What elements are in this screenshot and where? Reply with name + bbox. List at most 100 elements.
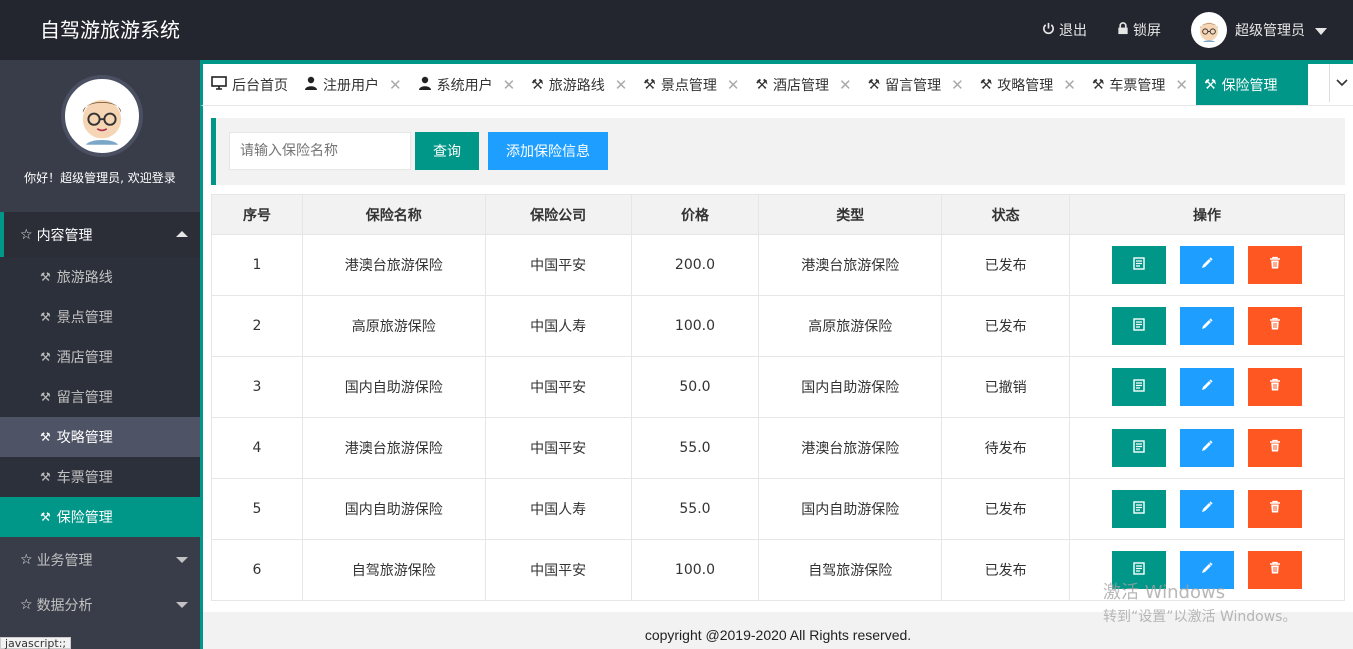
view-button[interactable] [1112,490,1167,528]
submenu: ⚒ 旅游路线 ⚒ 景点管理 ⚒ 酒店管理 ⚒ 留言管理 ⚒ 攻略管理 ⚒ 车票管理 ⚒ 保险管… [0,257,200,537]
logout-label: 退出 [1059,23,1087,39]
tab-more-button[interactable] [1329,64,1353,102]
edit-button[interactable] [1180,368,1235,406]
close-icon[interactable]: ✕ [839,76,852,94]
document-icon [1132,500,1146,518]
add-insurance-button[interactable]: 添加保险信息 [488,132,608,170]
tab-routes[interactable]: ⚒ 旅游路线 ✕ [523,64,635,105]
windows-activation-watermark: 激活 Windows 转到“设置”以激活 Windows。 [1103,578,1296,626]
close-icon[interactable]: ✕ [615,76,628,94]
sidebar-item-tickets[interactable]: ⚒ 车票管理 [0,457,200,497]
sidebar-item-label: 酒店管理 [56,350,113,366]
table-cell: 高原旅游保险 [301,295,486,357]
table-cell: 中国平安 [484,356,632,418]
table-row: 4 港澳台旅游保险 中国平安 55.0 港澳台旅游保险 待发布 [211,417,1345,479]
table-cell: 国内自助游保险 [758,356,943,418]
search-toolbar: 查询 添加保险信息 [211,118,1345,185]
view-button[interactable] [1112,307,1167,345]
table-cell: 4 [211,417,303,479]
sidebar-item-messages[interactable]: ⚒ 留言管理 [0,377,200,417]
close-icon[interactable]: ✕ [951,76,964,94]
tab-home[interactable]: 后台首页 [203,64,296,105]
close-icon[interactable]: ✕ [727,76,740,94]
tab-bar: 后台首页 注册用户 ✕ 系统用户 ✕ ⚒ 旅游路线 ✕ ⚒ 景点管理 ✕ ⚒ 酒… [200,60,1353,106]
monitor-icon [211,76,227,94]
pencil-icon [1200,378,1214,396]
tools-icon: ⚒ [979,77,993,93]
app-title: 自驾游旅游系统 [40,18,180,42]
tab-guides[interactable]: ⚒ 攻略管理 ✕ [972,64,1084,105]
delete-button[interactable] [1248,429,1303,467]
status-bar-tip: javascript:; [0,637,72,649]
sidebar-item-insurance[interactable]: ⚒ 保险管理 [0,497,200,537]
sidebar-item-hotels[interactable]: ⚒ 酒店管理 [0,337,200,377]
tools-icon: ⚒ [1204,77,1217,93]
chevron-down-icon [1315,28,1327,35]
tools-icon: ⚒ [40,510,51,524]
tab-system-users[interactable]: 系统用户 ✕ [410,64,524,105]
tab-messages[interactable]: ⚒ 留言管理 ✕ [860,64,972,105]
tab-label: 注册用户 [323,78,379,94]
star-icon: ☆ [20,596,33,613]
tab-insurance[interactable]: ⚒ 保险管理 [1196,64,1308,105]
pencil-icon [1200,500,1214,518]
sidebar: 你好！超级管理员, 欢迎登录 ☆ 内容管理 ⚒ 旅游路线 ⚒ 景点管理 ⚒ 酒店管理 … [0,60,200,649]
edit-button[interactable] [1180,246,1235,284]
sidebar-item-routes[interactable]: ⚒ 旅游路线 [0,257,200,297]
menu-group-content[interactable]: ☆ 内容管理 [0,212,200,257]
logout-button[interactable]: 退出 [1042,20,1087,40]
menu-group-business[interactable]: ☆ 业务管理 [0,537,200,582]
query-button[interactable]: 查询 [415,132,479,170]
sidebar-item-label: 车票管理 [56,470,113,486]
edit-button[interactable] [1180,429,1235,467]
table-cell: 3 [211,356,303,418]
table-cell: 国内自助游保险 [758,478,943,540]
tab-tickets[interactable]: ⚒ 车票管理 ✕ [1084,64,1196,105]
delete-button[interactable] [1248,368,1303,406]
sidebar-item-guides[interactable]: ⚒ 攻略管理 [0,417,200,457]
close-icon[interactable]: ✕ [1175,76,1188,94]
table-cell: 100.0 [630,295,760,357]
user-menu[interactable]: 超级管理员 [1191,12,1327,48]
delete-button[interactable] [1248,246,1303,284]
sidebar-item-scenic[interactable]: ⚒ 景点管理 [0,297,200,337]
trash-icon [1268,256,1282,274]
menu-group-analytics[interactable]: ☆ 数据分析 [0,582,200,627]
search-input[interactable] [229,132,411,170]
pencil-icon [1200,317,1214,335]
view-button[interactable] [1112,246,1167,284]
delete-button[interactable] [1248,307,1303,345]
tab-registered-users[interactable]: 注册用户 ✕ [296,64,410,105]
view-button[interactable] [1112,429,1167,467]
main-content: 查询 添加保险信息 序号 保险名称 保险公司 价格 类型 状态 操作 1港澳台旅… [200,106,1353,612]
tab-hotels[interactable]: ⚒ 酒店管理 ✕ [747,64,859,105]
delete-button[interactable] [1248,490,1303,528]
table-cell: 已撤销 [941,356,1071,418]
edit-button[interactable] [1180,490,1235,528]
table-cell: 港澳台旅游保险 [301,234,486,296]
chevron-down-icon [176,557,188,563]
table-cell: 港澳台旅游保险 [758,234,943,296]
sidebar-item-label: 保险管理 [56,510,113,526]
tools-icon: ⚒ [40,350,51,364]
user-name: 超级管理员 [1235,23,1305,39]
document-icon [1132,256,1146,274]
tab-label: 留言管理 [885,78,942,94]
table-cell: 国内自助游保险 [301,356,486,418]
table-cell: 200.0 [630,234,760,296]
tools-icon: ⚒ [40,430,51,444]
tab-label: 酒店管理 [773,78,829,94]
menu-group-label: 内容管理 [36,227,93,244]
avatar [1191,12,1227,48]
close-icon[interactable]: ✕ [503,76,516,94]
close-icon[interactable]: ✕ [389,76,402,94]
power-icon [1042,22,1055,39]
view-button[interactable] [1112,368,1167,406]
edit-button[interactable] [1180,307,1235,345]
trash-icon [1268,317,1282,335]
menu-group-label: 数据分析 [36,597,93,614]
tab-scenic[interactable]: ⚒ 景点管理 ✕ [635,64,747,105]
lock-screen-button[interactable]: 锁屏 [1117,20,1161,40]
close-icon[interactable]: ✕ [1063,76,1076,94]
user-icon [418,76,432,94]
